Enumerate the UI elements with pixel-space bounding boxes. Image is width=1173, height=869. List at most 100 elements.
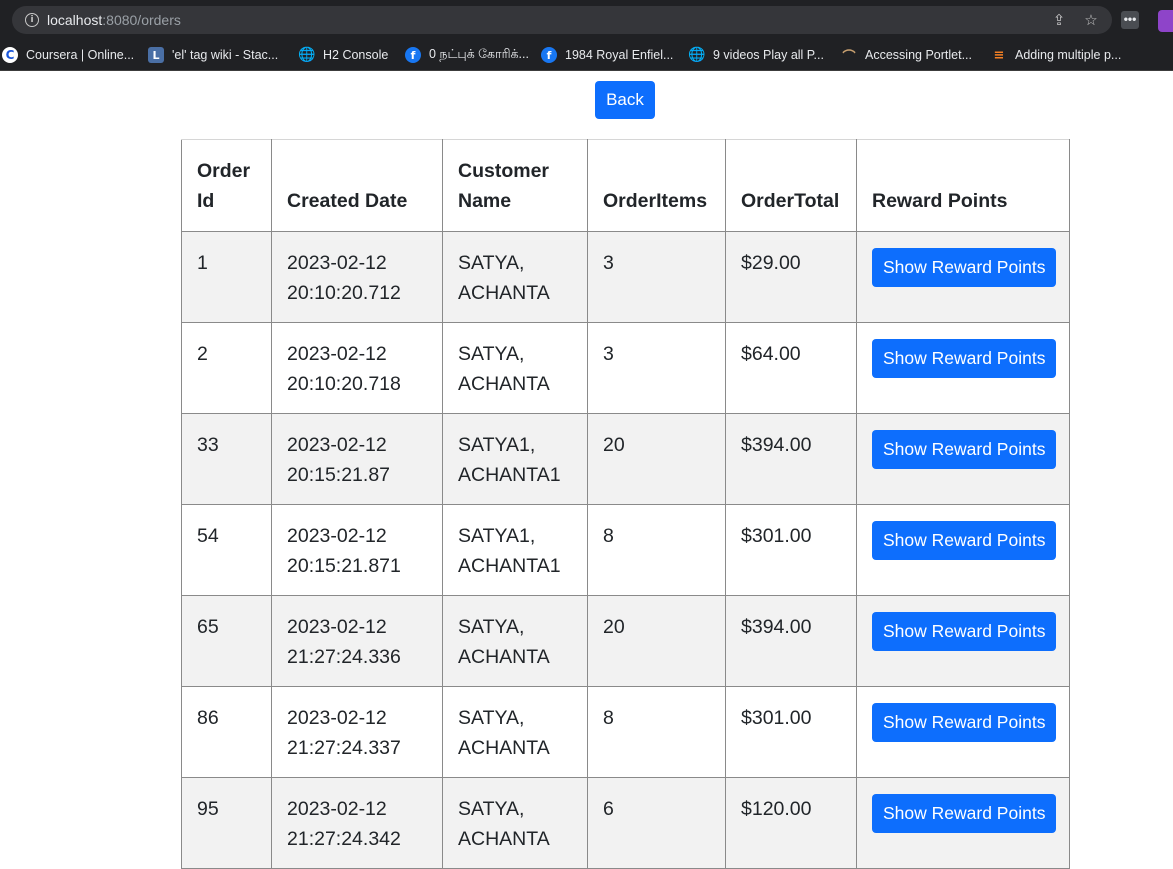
url-host: localhost [47, 12, 103, 28]
cell-order-total: $394.00 [725, 595, 857, 687]
cell-customer-name: SATYA1, ACHANTA1 [442, 413, 588, 505]
cell-order-total: $301.00 [725, 504, 857, 596]
extension-icon[interactable]: ••• [1121, 11, 1139, 29]
cell-order-items: 3 [587, 231, 726, 323]
table-row: 95 2023-02-12 21:27:24.342 SATYA, ACHANTA 6… [181, 777, 1070, 869]
cell-order-id: 2 [181, 322, 272, 414]
bookmarks-bar: C Coursera | Online... L 'el' tag wiki -… [0, 40, 1173, 71]
cell-order-id: 54 [181, 504, 272, 596]
cell-order-total: $394.00 [725, 413, 857, 505]
cell-order-total: $301.00 [725, 686, 857, 778]
bookmark-label: H2 Console [323, 48, 389, 62]
share-icon[interactable]: ⇪ [1049, 10, 1069, 30]
cell-order-items: 20 [587, 595, 726, 687]
portlet-icon: ⌒ [842, 49, 856, 65]
cell-order-items: 8 [587, 686, 726, 778]
cell-created-date: 2023-02-12 21:27:24.342 [271, 777, 443, 869]
cell-created-date: 2023-02-12 20:10:20.718 [271, 322, 443, 414]
cell-created-date: 2023-02-12 21:27:24.336 [271, 595, 443, 687]
back-button[interactable]: Back [595, 81, 655, 119]
bookmark-label: 1984 Royal Enfiel... [565, 48, 674, 62]
cell-order-id: 95 [181, 777, 272, 869]
cell-reward-points: Show Reward Points [856, 231, 1070, 323]
cell-order-id: 33 [181, 413, 272, 505]
orders-table: Order Id Created Date Customer Name Orde… [181, 139, 1070, 869]
stackoverflow-icon: ≡ [993, 47, 1005, 63]
bookmark-label: Adding multiple p... [1015, 48, 1122, 62]
bookmark-label: 9 videos Play all P... [713, 48, 824, 62]
table-row: 33 2023-02-12 20:15:21.87 SATYA1, ACHANTA1… [181, 413, 1070, 505]
cell-reward-points: Show Reward Points [856, 686, 1070, 778]
cell-order-id: 86 [181, 686, 272, 778]
star-icon[interactable]: ☆ [1081, 10, 1101, 30]
cell-created-date: 2023-02-12 20:15:21.87 [271, 413, 443, 505]
info-icon[interactable]: i [25, 13, 39, 27]
cell-order-items: 20 [587, 413, 726, 505]
browser-toolbar: i localhost:8080/orders ⇪ ☆ ••• [0, 0, 1173, 40]
cell-created-date: 2023-02-12 21:27:24.337 [271, 686, 443, 778]
cell-created-date: 2023-02-12 20:15:21.871 [271, 504, 443, 596]
url-text[interactable]: localhost:8080/orders [47, 12, 181, 28]
coursera-icon: C [2, 47, 18, 63]
bookmark-label: 0 நட்புக் கோரிக்... [429, 47, 529, 61]
cell-order-items: 3 [587, 322, 726, 414]
show-reward-points-button[interactable]: Show Reward Points [872, 612, 1057, 651]
table-row: 1 2023-02-12 20:10:20.712 SATYA, ACHANTA 3 $… [181, 231, 1070, 323]
cell-customer-name: SATYA, ACHANTA [442, 777, 588, 869]
show-reward-points-button[interactable]: Show Reward Points [872, 521, 1057, 560]
cell-order-total: $64.00 [725, 322, 857, 414]
cell-order-id: 65 [181, 595, 272, 687]
cell-reward-points: Show Reward Points [856, 322, 1070, 414]
cell-reward-points: Show Reward Points [856, 777, 1070, 869]
facebook-icon: f [405, 47, 421, 63]
cell-customer-name: SATYA, ACHANTA [442, 686, 588, 778]
bookmark-item[interactable]: L 'el' tag wiki - Stac... [148, 44, 278, 66]
header-order-items: OrderItems [587, 139, 726, 232]
cell-customer-name: SATYA1, ACHANTA1 [442, 504, 588, 596]
bookmark-item[interactable]: f 1984 Royal Enfiel... [541, 44, 673, 66]
cell-customer-name: SATYA, ACHANTA [442, 322, 588, 414]
wiki-icon: L [148, 47, 164, 63]
cell-order-items: 6 [587, 777, 726, 869]
url-path: :8080/orders [102, 12, 181, 28]
facebook-icon: f [541, 47, 557, 63]
bookmark-item[interactable]: f 0 நட்புக் கோரிக்... [405, 44, 529, 66]
table-header-row: Order Id Created Date Customer Name Orde… [181, 139, 1070, 232]
show-reward-points-button[interactable]: Show Reward Points [872, 339, 1057, 378]
cell-customer-name: SATYA, ACHANTA [442, 595, 588, 687]
header-customer-name: Customer Name [442, 139, 588, 232]
table-row: 65 2023-02-12 21:27:24.336 SATYA, ACHANTA 2… [181, 595, 1070, 687]
table-row: 86 2023-02-12 21:27:24.337 SATYA, ACHANTA 8… [181, 686, 1070, 778]
table-row: 2 2023-02-12 20:10:20.718 SATYA, ACHANTA 3 $… [181, 322, 1070, 414]
bookmark-item[interactable]: 🌐 9 videos Play all P... [688, 44, 824, 66]
header-created-date: Created Date [271, 139, 443, 232]
bookmark-item[interactable]: ≡ Adding multiple p... [991, 44, 1122, 66]
profile-avatar[interactable] [1158, 10, 1173, 32]
cell-reward-points: Show Reward Points [856, 595, 1070, 687]
show-reward-points-button[interactable]: Show Reward Points [872, 794, 1057, 833]
cell-order-total: $120.00 [725, 777, 857, 869]
bookmark-label: Coursera | Online... [26, 48, 135, 62]
cell-reward-points: Show Reward Points [856, 413, 1070, 505]
cell-order-items: 8 [587, 504, 726, 596]
cell-customer-name: SATYA, ACHANTA [442, 231, 588, 323]
show-reward-points-button[interactable]: Show Reward Points [872, 430, 1057, 469]
bookmark-label: Accessing Portlet... [865, 48, 972, 62]
bookmark-label: 'el' tag wiki - Stac... [172, 48, 279, 62]
header-reward-points: Reward Points [856, 139, 1070, 232]
cell-order-total: $29.00 [725, 231, 857, 323]
cell-reward-points: Show Reward Points [856, 504, 1070, 596]
cell-order-id: 1 [181, 231, 272, 323]
show-reward-points-button[interactable]: Show Reward Points [872, 248, 1057, 287]
show-reward-points-button[interactable]: Show Reward Points [872, 703, 1057, 742]
bookmark-item[interactable]: ⌒ Accessing Portlet... [841, 44, 972, 66]
bookmark-item[interactable]: 🌐 H2 Console [298, 44, 389, 66]
header-order-total: OrderTotal [725, 139, 857, 232]
address-bar[interactable]: i localhost:8080/orders ⇪ ☆ [12, 6, 1112, 34]
header-order-id: Order Id [181, 139, 272, 232]
cell-created-date: 2023-02-12 20:10:20.712 [271, 231, 443, 323]
table-row: 54 2023-02-12 20:15:21.871 SATYA1, ACHANTA… [181, 504, 1070, 596]
globe-icon: 🌐 [298, 47, 316, 63]
bookmark-item[interactable]: C Coursera | Online... [2, 44, 134, 66]
globe-icon: 🌐 [688, 47, 706, 63]
